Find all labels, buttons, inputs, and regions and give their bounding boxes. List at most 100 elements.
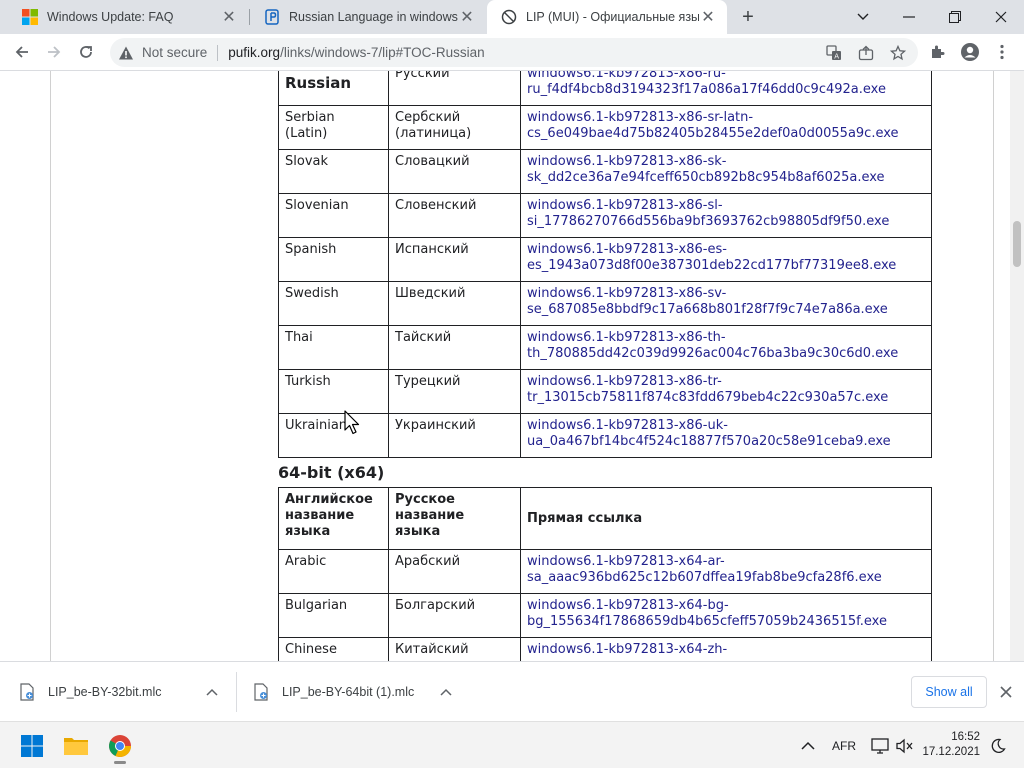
chevron-up-icon[interactable] bbox=[796, 722, 820, 768]
scrollbar-thumb[interactable] bbox=[1013, 221, 1021, 267]
link-line: windows6.1-kb972813-x86-sv- bbox=[527, 286, 727, 301]
download-link[interactable]: windows6.1-kb972813-x64-zh- bbox=[527, 642, 727, 657]
chevron-down-icon[interactable] bbox=[840, 0, 886, 34]
url-host: pufik.org bbox=[228, 45, 281, 60]
download-separator bbox=[236, 672, 237, 712]
lang-english: Slovenian bbox=[278, 193, 389, 238]
download-item[interactable]: LIP_be-BY-32bit.mlc bbox=[18, 662, 230, 722]
lang-english: Thai bbox=[278, 325, 389, 370]
close-icon[interactable] bbox=[996, 682, 1016, 702]
download-link-cell: windows6.1-kb972813-x86-sl-si_1778627076… bbox=[520, 193, 932, 238]
omnibox-divider bbox=[217, 44, 219, 61]
chevron-up-icon[interactable] bbox=[204, 684, 220, 700]
lang-russian: Словацкий bbox=[388, 149, 521, 194]
close-window-button[interactable] bbox=[978, 0, 1024, 34]
header-line: название bbox=[285, 508, 355, 523]
chrome-icon bbox=[109, 735, 131, 757]
forward-button[interactable] bbox=[40, 38, 68, 66]
close-icon[interactable]: ✕ bbox=[699, 8, 717, 26]
download-link[interactable]: windows6.1-kb972813-x86-ru-ru_f4df4bcb8d… bbox=[527, 71, 886, 97]
restore-button[interactable] bbox=[932, 0, 978, 34]
download-link[interactable]: windows6.1-kb972813-x64-ar-sa_aaac936bd6… bbox=[527, 554, 882, 585]
file-explorer-button[interactable] bbox=[58, 728, 94, 764]
browser-window: Windows Update: FAQ ✕ Russian Language i… bbox=[0, 0, 1024, 768]
lang-english: Turkish bbox=[278, 369, 389, 414]
windows-taskbar: AFR 16:52 17.12.2021 bbox=[0, 721, 1024, 768]
start-button[interactable] bbox=[14, 728, 50, 764]
download-link[interactable]: windows6.1-kb972813-x86-th-th_780885dd42… bbox=[527, 330, 898, 361]
lang-english: Arabic bbox=[278, 549, 389, 594]
table-row: Ukrainian Украинский windows6.1-kb972813… bbox=[278, 413, 932, 458]
lang-russian: Сербский (латиница) bbox=[388, 105, 521, 150]
warning-icon[interactable] bbox=[118, 45, 134, 61]
download-link[interactable]: windows6.1-kb972813-x86-es-es_1943a073d8… bbox=[527, 242, 896, 273]
chevron-up-icon[interactable] bbox=[438, 684, 454, 700]
chrome-taskbar-button[interactable] bbox=[102, 728, 138, 764]
focus-assist-moon-icon[interactable] bbox=[988, 722, 1008, 768]
link-line: th_780885dd42c039d9926ac004c76ba3ba9c30c… bbox=[527, 346, 899, 361]
download-link[interactable]: windows6.1-kb972813-x86-sv-se_687085e8bb… bbox=[527, 286, 888, 317]
lang-russian: Арабский bbox=[388, 549, 521, 594]
download-link-cell: windows6.1-kb972813-x86-sk-sk_dd2ce36a7e… bbox=[520, 149, 932, 194]
header-russian-name: Русское название языка bbox=[388, 487, 521, 550]
show-all-button[interactable]: Show all bbox=[911, 676, 987, 708]
download-item[interactable]: LIP_be-BY-64bit (1).mlc bbox=[252, 662, 464, 722]
menu-button[interactable] bbox=[988, 38, 1016, 66]
reload-icon bbox=[80, 46, 92, 58]
page-scrollbar[interactable] bbox=[1010, 71, 1024, 661]
share-icon[interactable] bbox=[858, 45, 874, 61]
extensions-button[interactable] bbox=[924, 38, 952, 66]
url-text[interactable]: pufik.org/links/windows-7/lip#TOC-Russia… bbox=[228, 45, 484, 60]
table-64bit: Английское название языка Русское название я… bbox=[278, 487, 932, 661]
clock-date: 17.12.2021 bbox=[922, 746, 980, 758]
download-link-cell: windows6.1-kb972813-x86-uk-ua_0a467bf14b… bbox=[520, 413, 932, 458]
link-line: ru_f4df4bcb8d3194323f17a086a17f46dd0c9c4… bbox=[527, 82, 886, 97]
minimize-button[interactable] bbox=[886, 0, 932, 34]
table-row: Slovak Словацкий windows6.1-kb972813-x86… bbox=[278, 149, 932, 194]
browser-toolbar: Not secure pufik.org/links/windows-7/lip… bbox=[0, 34, 1024, 71]
profile-button[interactable] bbox=[956, 38, 984, 66]
windows-start-icon bbox=[21, 735, 43, 757]
lang-english-text: Russian bbox=[285, 73, 352, 92]
download-link-cell: windows6.1-kb972813-x86-sv-se_687085e8bb… bbox=[520, 281, 932, 326]
security-label[interactable]: Not secure bbox=[142, 45, 207, 60]
translate-icon[interactable]: A bbox=[826, 45, 842, 61]
download-link[interactable]: windows6.1-kb972813-x86-sl-si_1778627076… bbox=[527, 198, 889, 229]
download-link-cell: windows6.1-kb972813-x64-zh- bbox=[520, 637, 932, 661]
clock-time: 16:52 bbox=[951, 731, 980, 743]
download-link-cell: windows6.1-kb972813-x64-ar-sa_aaac936bd6… bbox=[520, 549, 932, 594]
table-row: Thai Тайский windows6.1-kb972813-x86-th-… bbox=[278, 325, 932, 370]
input-language-indicator[interactable]: AFR bbox=[826, 722, 862, 768]
close-icon[interactable]: ✕ bbox=[220, 8, 238, 26]
download-link[interactable]: windows6.1-kb972813-x86-tr-tr_13015cb758… bbox=[527, 374, 888, 405]
back-button[interactable] bbox=[8, 38, 36, 66]
download-link-cell: windows6.1-kb972813-x86-th-th_780885dd42… bbox=[520, 325, 932, 370]
tab-windows-update-faq[interactable]: Windows Update: FAQ ✕ bbox=[8, 0, 248, 34]
close-icon[interactable]: ✕ bbox=[458, 8, 476, 26]
link-line: windows6.1-kb972813-x64-ar- bbox=[527, 554, 725, 569]
address-bar[interactable]: Not secure pufik.org/links/windows-7/lip… bbox=[110, 38, 918, 67]
lang-line: Сербский bbox=[395, 110, 461, 125]
bookmark-star-icon[interactable] bbox=[890, 45, 906, 61]
download-link[interactable]: windows6.1-kb972813-x86-uk-ua_0a467bf14b… bbox=[527, 418, 891, 449]
link-line: bg_155634f17868659db4b65cfeff57059b24365… bbox=[527, 614, 887, 629]
lang-russian: Русский bbox=[388, 71, 521, 106]
lang-english: Spanish bbox=[278, 237, 389, 282]
link-line: windows6.1-kb972813-x86-sr-latn- bbox=[527, 110, 754, 125]
monitor-icon[interactable] bbox=[870, 722, 890, 768]
puzzle-icon bbox=[932, 45, 945, 58]
lang-english: Russian bbox=[278, 71, 389, 106]
download-link[interactable]: windows6.1-kb972813-x64-bg-bg_155634f178… bbox=[527, 598, 887, 629]
link-line: windows6.1-kb972813-x86-sl- bbox=[527, 198, 723, 213]
new-tab-button[interactable]: + bbox=[736, 5, 760, 29]
file-icon bbox=[252, 683, 270, 701]
table-32bit: Russian Русский windows6.1-kb972813-x86-… bbox=[278, 71, 932, 458]
taskbar-clock[interactable]: 16:52 17.12.2021 bbox=[920, 730, 980, 760]
volume-muted-icon[interactable] bbox=[894, 722, 916, 768]
download-link-cell: windows6.1-kb972813-x86-sr-latn-cs_6e049… bbox=[520, 105, 932, 150]
reload-button[interactable] bbox=[72, 38, 100, 66]
download-link[interactable]: windows6.1-kb972813-x86-sk-sk_dd2ce36a7e… bbox=[527, 154, 885, 185]
tab-lip-mui[interactable]: LIP (MUI) - Официальные языко ✕ bbox=[487, 0, 727, 34]
tab-russian-language[interactable]: Russian Language in windows 7 - ✕ bbox=[250, 0, 486, 34]
download-link[interactable]: windows6.1-kb972813-x86-sr-latn-cs_6e049… bbox=[527, 110, 899, 141]
